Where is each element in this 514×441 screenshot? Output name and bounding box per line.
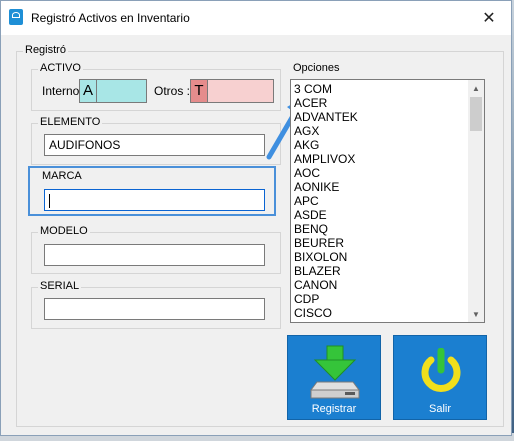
registro-group-label: Registró (23, 44, 68, 56)
marca-label: MARCA (40, 170, 84, 182)
interno-prefix: A (80, 80, 97, 102)
scroll-down-arrow[interactable]: ▼ (468, 306, 484, 322)
list-item[interactable]: BEURER (294, 236, 466, 250)
list-item[interactable]: BLAZER (294, 264, 466, 278)
window-title: Registró Activos en Inventario (31, 11, 190, 25)
list-item[interactable]: AONIKE (294, 180, 466, 194)
list-item[interactable]: APC (294, 194, 466, 208)
opciones-label: Opciones (291, 62, 342, 74)
list-item[interactable]: BENQ (294, 222, 466, 236)
registrar-label: Registrar (311, 403, 357, 415)
salir-button[interactable]: Salir (393, 335, 487, 420)
list-item[interactable]: CANON (294, 278, 466, 292)
interno-input[interactable]: A (79, 79, 147, 103)
otros-label: Otros : (154, 84, 191, 98)
list-item[interactable]: 3 COM (294, 82, 466, 96)
close-icon: ✕ (482, 10, 496, 27)
list-item[interactable]: ASDE (294, 208, 466, 222)
list-item[interactable]: AKG (294, 138, 466, 152)
list-item[interactable]: AOC (294, 166, 466, 180)
salir-label: Salir (428, 403, 451, 415)
scroll-up-arrow[interactable]: ▲ (468, 80, 484, 96)
list-item[interactable]: ADVANTEK (294, 110, 466, 124)
chevron-up-icon: ▲ (472, 83, 480, 93)
download-drive-icon (310, 345, 360, 399)
power-icon (421, 348, 461, 392)
title-bar: Registró Activos en Inventario ✕ (1, 1, 511, 35)
opciones-list: 3 COM ACER ADVANTEK AGX AKG AMPLIVOX AOC… (294, 82, 466, 320)
elemento-label: ELEMENTO (38, 116, 103, 128)
listbox-scrollbar[interactable]: ▲ ▼ (468, 80, 484, 322)
elemento-field[interactable]: AUDIFONOS (44, 134, 265, 156)
list-item[interactable]: ACER (294, 96, 466, 110)
close-button[interactable]: ✕ (467, 1, 511, 35)
activo-label: ACTIVO (38, 62, 83, 74)
list-item[interactable]: AMPLIVOX (294, 152, 466, 166)
modelo-field[interactable] (44, 244, 265, 266)
text-caret (49, 193, 50, 208)
list-item[interactable]: BIXOLON (294, 250, 466, 264)
opciones-listbox[interactable]: 3 COM ACER ADVANTEK AGX AKG AMPLIVOX AOC… (290, 79, 485, 323)
marca-field[interactable] (44, 189, 265, 211)
list-item[interactable]: CISCO (294, 306, 466, 320)
app-icon (9, 9, 23, 25)
main-window: Registró Activos en Inventario ✕ Registr… (0, 0, 512, 436)
list-item[interactable]: CDP (294, 292, 466, 306)
scroll-thumb[interactable] (470, 97, 482, 131)
otros-prefix: T (191, 80, 208, 102)
serial-label: SERIAL (38, 280, 82, 292)
otros-input[interactable]: T (190, 79, 274, 103)
modelo-label: MODELO (38, 225, 90, 237)
serial-field[interactable] (44, 298, 265, 320)
list-item[interactable]: AGX (294, 124, 466, 138)
registrar-button[interactable]: Registrar (287, 335, 381, 420)
chevron-down-icon: ▼ (472, 309, 480, 319)
